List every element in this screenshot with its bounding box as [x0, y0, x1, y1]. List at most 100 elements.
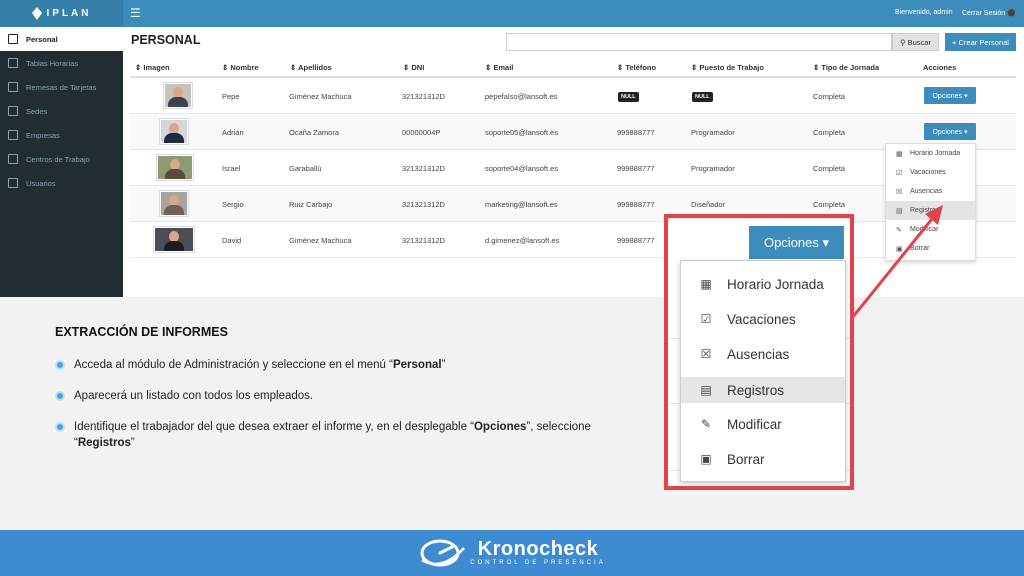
cell-jornada: Completa — [813, 200, 846, 209]
list-icon: ▤ — [896, 207, 903, 215]
sidebar-item-label: Remesas de Tarjetas — [26, 82, 97, 92]
pencil-icon: ✎ — [896, 226, 902, 234]
sidebar-item-label: Sedes — [26, 106, 48, 116]
menu-item-borrar-zoomed[interactable]: ▣ Borrar — [681, 446, 845, 472]
menu-item-modificar[interactable]: ✎ Modificar — [886, 220, 975, 239]
brand-logo: Kronocheck CONTROL DE PRESENCIA — [418, 538, 605, 568]
instruction-bullet: Identifique el trabajador del que desea … — [55, 419, 635, 451]
table-row: David Giménez Machuca 321321312D d.gimen… — [130, 222, 1016, 258]
column-header-imagen[interactable]: ⇕ Imagen — [135, 63, 170, 72]
menu-item-vacaciones-zoomed[interactable]: ☑ Vacaciones — [681, 306, 845, 332]
null-badge: NULL — [692, 92, 713, 102]
cell-apellidos: Ocaña Zamora — [289, 128, 340, 137]
menu-item-ausencias[interactable]: ☒ Ausencias — [886, 182, 975, 201]
column-header-puesto[interactable]: ⇕ Puesto de Trabajo — [691, 63, 764, 72]
search-icon: ⚲ — [900, 37, 908, 47]
sidebar-item-label: Usuarios — [26, 178, 56, 188]
cell-telefono: 999888777 — [617, 128, 655, 137]
cell-nombre: Adrián — [222, 128, 244, 137]
sidebar-item-empresas[interactable]: Empresas — [0, 123, 123, 147]
table-icon — [8, 58, 18, 68]
cell-apellidos: Ruiz Carbajo — [289, 200, 333, 209]
menu-item-registros-zoomed[interactable]: ▤ Registros — [681, 377, 845, 403]
avatar — [156, 154, 194, 181]
brand-tagline: CONTROL DE PRESENCIA — [470, 559, 606, 566]
sidebar-item-label: Empresas — [26, 130, 60, 140]
bullet-icon — [55, 360, 65, 370]
logo[interactable]: IPLAN — [0, 0, 123, 27]
menu-toggle-icon[interactable]: ☰ — [130, 6, 141, 20]
search-input[interactable] — [506, 33, 892, 51]
menu-item-horario[interactable]: ▦ Horario Jornada — [886, 144, 975, 163]
sidebar-item-remesas[interactable]: Remesas de Tarjetas — [0, 75, 123, 99]
welcome-text: Bienvenido, admin — [895, 9, 953, 16]
cell-email: marketing@lansoft.es — [485, 200, 558, 209]
column-header-telefono[interactable]: ⇕ Teléfono — [617, 63, 656, 72]
column-header-apellidos[interactable]: ⇕ Apellidos — [290, 63, 332, 72]
trash-icon: ▣ — [700, 452, 712, 466]
sidebar-item-sedes[interactable]: Sedes — [0, 99, 123, 123]
avatar — [159, 118, 189, 145]
sidebar: Personal Tablas Horarias Remesas de Tarj… — [0, 27, 123, 297]
cell-dni: 321321312D — [402, 200, 445, 209]
cell-jornada: Completa — [813, 92, 846, 101]
column-header-dni[interactable]: ⇕ DNI — [403, 63, 424, 72]
users-icon — [8, 178, 18, 188]
calendar-check-icon: ☑ — [700, 312, 712, 326]
null-badge: NULL — [618, 92, 639, 102]
card-icon — [8, 82, 18, 92]
trash-icon: ▣ — [896, 245, 903, 253]
table-row: Sergio Ruiz Carbajo 321321312D marketing… — [130, 186, 1016, 222]
column-header-email[interactable]: ⇕ Email — [485, 63, 513, 72]
cell-nombre: Sergio — [222, 200, 244, 209]
cell-apellidos: Giménez Machuca — [289, 236, 352, 245]
bullet-icon — [55, 422, 65, 432]
brand-name: Kronocheck — [477, 537, 599, 560]
sidebar-item-label: Tablas Horarias — [26, 58, 79, 68]
menu-item-ausencias-zoomed[interactable]: ☒ Ausencias — [681, 341, 845, 367]
factory-icon — [8, 154, 18, 164]
options-button[interactable]: Opciones ▾ — [924, 123, 976, 140]
menu-item-vacaciones[interactable]: ☑ Vacaciones — [886, 163, 975, 182]
cell-jornada: Completa — [813, 128, 846, 137]
cell-puesto: Programador — [691, 128, 735, 137]
avatar — [159, 190, 189, 217]
menu-item-horario-zoomed[interactable]: ▦ Horario Jornada — [681, 271, 845, 297]
bullet-icon — [55, 391, 65, 401]
sidebar-item-tablas-horarias[interactable]: Tablas Horarias — [0, 51, 123, 75]
options-button-zoomed[interactable]: Opciones ▾ — [749, 226, 844, 259]
cell-telefono: 999888777 — [617, 200, 655, 209]
page-title: PERSONAL — [131, 33, 201, 47]
logout-link[interactable]: Cerrar Sesión ⚫ — [962, 9, 1016, 17]
options-button[interactable]: Opciones ▾ — [924, 87, 976, 104]
clock-swoosh-icon — [420, 539, 466, 567]
top-bar: IPLAN ☰ Bienvenido, admin Cerrar Sesión … — [0, 0, 1024, 27]
create-personal-button[interactable]: + Crear Personal — [945, 33, 1016, 51]
cell-apellidos: Giménez Machuca — [289, 92, 352, 101]
menu-item-registros[interactable]: ▤ Registros — [886, 201, 975, 220]
zoom-callout: Opciones ▾ ▦ Horario Jornada ☑ Vacaciones … — [664, 214, 854, 490]
menu-item-modificar-zoomed[interactable]: ✎ Modificar — [681, 411, 845, 437]
sidebar-item-personal[interactable]: Personal — [0, 27, 123, 51]
search-button-label: Buscar — [907, 37, 931, 47]
power-icon: ⚫ — [1007, 10, 1016, 17]
search-button[interactable]: ⚲ Buscar — [892, 33, 939, 51]
calendar-x-icon: ☒ — [896, 188, 903, 196]
instruction-bullet: Acceda al módulo de Administración y sel… — [55, 357, 635, 373]
column-header-nombre[interactable]: ⇕ Nombre — [222, 63, 259, 72]
footer: Kronocheck CONTROL DE PRESENCIA — [0, 530, 1024, 576]
column-header-acciones: Acciones — [923, 63, 957, 72]
cell-telefono: 999888777 — [617, 236, 655, 245]
sidebar-item-label: Centros de Trabajo — [26, 154, 90, 164]
sidebar-item-usuarios[interactable]: Usuarios — [0, 171, 123, 195]
column-header-jornada[interactable]: ⇕ Tipo de Jornada — [813, 63, 879, 72]
table-row: Pepe Giménez Machuca 321321312D pepefals… — [130, 78, 1016, 114]
cell-nombre: David — [222, 236, 242, 245]
cell-email: soporte05@lansoft.es — [485, 128, 559, 137]
cell-dni: 321321312D — [402, 236, 445, 245]
table-row: Israel Garaballú 321321312D soporte04@la… — [130, 150, 1016, 186]
menu-item-borrar[interactable]: ▣ Borrar — [886, 239, 975, 258]
calendar-icon: ▦ — [896, 150, 903, 158]
cell-dni: 321321312D — [402, 92, 445, 101]
sidebar-item-centros[interactable]: Centros de Trabajo — [0, 147, 123, 171]
